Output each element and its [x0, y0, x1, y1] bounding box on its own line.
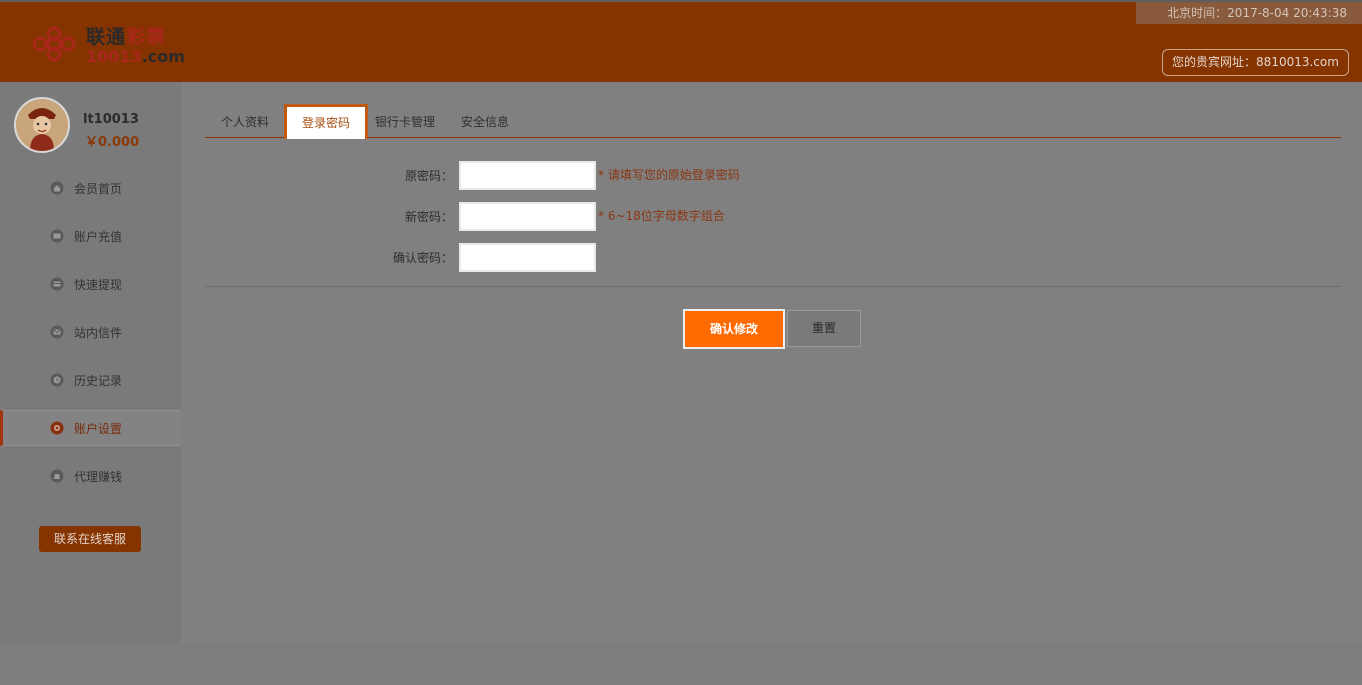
beijing-time: 北京时间：2017-8-04 20:43:38: [1136, 2, 1362, 24]
mail-icon: [50, 325, 64, 339]
tab-security-info[interactable]: 安全信息: [461, 113, 509, 130]
sidebar-item-account-settings[interactable]: 账户设置: [0, 410, 181, 446]
sidebar-item-label: 账户设置: [74, 421, 123, 436]
sidebar: lt10013 ￥0.000 会员首页 账户充值 快速提现 站内信件 历史记录 …: [0, 82, 181, 643]
tab-personal-info[interactable]: 个人资料: [221, 113, 269, 130]
avatar[interactable]: [14, 97, 70, 153]
fortune-god-avatar-icon: [16, 99, 68, 151]
sidebar-item-member-home[interactable]: 会员首页: [0, 170, 181, 206]
sidebar-nav: 会员首页 账户充值 快速提现 站内信件 历史记录 账户设置 代理赚钱: [0, 170, 181, 506]
confirm-password-input[interactable]: [459, 243, 596, 272]
online-service-button[interactable]: 联系在线客服: [39, 526, 141, 552]
settings-tabs: 个人资料 登录密码 银行卡管理 安全信息: [205, 104, 1341, 139]
top-header: 联通彩票 10013.com 北京时间：2017-8-04 20:43:38 您…: [0, 0, 1362, 82]
main-content: 个人资料 登录密码 银行卡管理 安全信息 原密码： * 请填写您的原始登录密码 …: [181, 82, 1362, 643]
old-password-label: 原密码：: [404, 169, 453, 183]
username: lt10013: [83, 112, 139, 127]
money-bag-icon: [50, 469, 64, 483]
old-password-input[interactable]: [459, 161, 596, 190]
logo-title: 联通彩票: [86, 26, 167, 48]
sidebar-item-label: 站内信件: [74, 325, 123, 340]
knot-logo-icon: [32, 26, 76, 62]
sidebar-item-messages[interactable]: 站内信件: [0, 314, 181, 350]
new-password-input[interactable]: [459, 202, 596, 231]
new-password-label: 新密码：: [404, 210, 453, 224]
new-password-row: 新密码：: [353, 202, 453, 232]
confirm-password-row: 确认密码：: [353, 243, 453, 273]
home-icon: [50, 181, 64, 195]
new-password-hint: * 6~18位字母数字组合: [598, 209, 725, 223]
settings-icon: [50, 421, 64, 435]
site-logo[interactable]: 联通彩票 10013.com: [26, 22, 186, 68]
card-icon: [50, 277, 64, 291]
tab-bank-card[interactable]: 银行卡管理: [375, 113, 435, 130]
account-balance: ￥0.000: [85, 135, 140, 150]
wallet-icon: [50, 229, 64, 243]
sidebar-item-withdraw[interactable]: 快速提现: [0, 266, 181, 302]
sidebar-item-agent[interactable]: 代理赚钱: [0, 458, 181, 494]
footer: [0, 643, 1362, 685]
sidebar-item-label: 会员首页: [74, 181, 123, 196]
sidebar-item-label: 账户充值: [74, 229, 123, 244]
old-password-hint: * 请填写您的原始登录密码: [598, 168, 740, 182]
sidebar-item-history[interactable]: 历史记录: [0, 362, 181, 398]
old-password-row: 原密码：: [353, 161, 453, 191]
confirm-change-button[interactable]: 确认修改: [683, 309, 785, 349]
logo-domain: 10013.com: [86, 47, 185, 66]
sidebar-item-label: 代理赚钱: [74, 469, 123, 484]
confirm-password-label: 确认密码：: [392, 251, 453, 265]
sidebar-item-recharge[interactable]: 账户充值: [0, 218, 181, 254]
sidebar-item-label: 历史记录: [74, 373, 123, 388]
reset-button[interactable]: 重置: [787, 310, 861, 347]
vip-url-badge[interactable]: 您的贵宾网址：8810013.com: [1162, 49, 1349, 76]
sidebar-item-label: 快速提现: [74, 277, 123, 292]
tab-login-password[interactable]: 登录密码: [284, 104, 368, 139]
form-divider: [205, 286, 1341, 287]
clock-icon: [50, 373, 64, 387]
